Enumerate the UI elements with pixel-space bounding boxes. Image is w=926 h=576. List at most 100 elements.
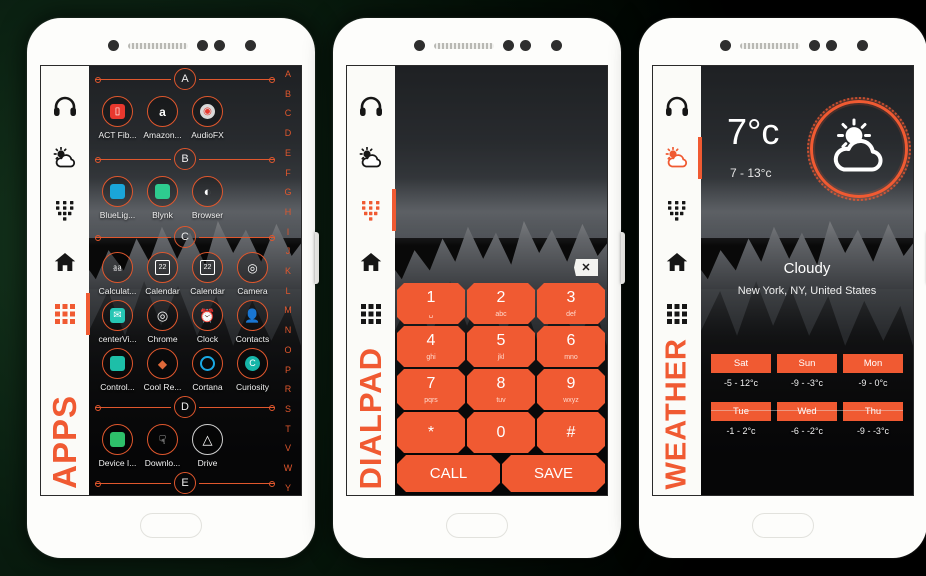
alphabet-index-letter[interactable]: H [285,207,292,217]
rail-item-home[interactable] [41,236,89,288]
app-item[interactable]: 22 Calendar [185,252,230,296]
dialpad-key-8[interactable]: 8 tuv [467,369,535,410]
home-hardware-button[interactable] [752,513,814,538]
rail-item-music[interactable] [347,80,395,132]
rail-item-music[interactable] [653,80,701,132]
panel-label-apps: APPS [46,395,83,489]
home-hardware-button[interactable] [140,513,202,538]
rail-item-weather[interactable] [653,132,702,184]
alphabet-index-letter[interactable]: M [284,306,292,315]
rail-item-home[interactable] [347,236,395,288]
rail-item-dialpad[interactable] [347,184,396,236]
dialpad-key-1[interactable]: 1 ␣ [397,283,465,324]
app-item[interactable]: Device I... [95,424,140,468]
app-item[interactable]: ✉ centerVi... [95,300,140,344]
alphabet-index-letter[interactable]: D [285,129,292,138]
alphabet-index-letter[interactable]: K [285,267,291,276]
dialpad-key-2[interactable]: 2 abc [467,283,535,324]
forecast-day-cell[interactable]: Wed -6 - -2°c [777,402,837,436]
home-hardware-button[interactable] [446,513,508,538]
forecast-day-cell[interactable]: Tue -1 - 2°c [711,402,771,436]
forecast-divider [711,410,903,411]
rail-item-dialpad[interactable] [41,184,89,236]
app-item[interactable]: ◎ Camera [230,252,275,296]
alphabet-index-letter[interactable]: S [285,404,291,414]
dialpad-key-4[interactable]: 4 ghi [397,326,465,367]
alphabet-index-letter[interactable]: T [285,424,291,434]
dialpad-key-9[interactable]: 9 wxyz [537,369,605,410]
dialpad-key-6[interactable]: 6 mno [537,326,605,367]
dialpad-key-star[interactable]: * [397,412,465,453]
forecast-day-cell[interactable]: Sun -9 - -3°c [777,354,837,388]
phone-sensor-bar [27,39,315,55]
alphabet-index-letter[interactable]: E [285,148,291,158]
app-item[interactable]: ☟ Downlo... [140,424,185,468]
dialpad-key-3[interactable]: 3 def [537,283,605,324]
forecast-day-cell[interactable]: Mon -9 - 0°c [843,354,903,388]
app-item[interactable]: ◎ Chrome [140,300,185,344]
close-icon[interactable]: ✕ [574,259,598,276]
wallpaper-preview-stage: { "theme": { "accent": "#f05a32", "rail_… [0,0,926,576]
dialpad-key-0[interactable]: 0 [467,412,535,453]
app-item[interactable]: 22 Calendar [140,252,185,296]
dialpad-key-5[interactable]: 5 jkl [467,326,535,367]
alphabet-index[interactable]: A B C D EF G HI J K L M N OP R ST V W Y [277,70,299,493]
app-item[interactable]: Blynk [140,176,185,220]
alphabet-index-letter[interactable]: B [285,89,291,99]
power-button[interactable] [621,232,625,284]
app-item[interactable]: ⎂ Calculat... [95,252,140,296]
rail-item-weather[interactable] [41,132,89,184]
app-item[interactable]: BlueLig... [95,176,140,220]
alphabet-index-letter[interactable]: Y [285,483,291,493]
dial-number-display[interactable]: ✕ [395,66,607,283]
app-item[interactable]: △ Drive [185,424,230,468]
app-item[interactable]: ◐ Browser [185,176,230,220]
dialpad-key-letters: ␣ [428,310,434,318]
forecast-day-label: Tue [711,402,771,421]
dialpad-key-7[interactable]: 7 pqrs [397,369,465,410]
alphabet-index-letter[interactable]: I [287,227,290,237]
rail-item-home[interactable] [653,236,701,288]
rail-item-music[interactable] [41,80,89,132]
alphabet-index-letter[interactable]: L [285,286,290,296]
save-button[interactable]: SAVE [502,455,605,492]
section-rule-left [95,404,171,411]
app-item[interactable]: a Amazon... [140,96,185,140]
alphabet-index-letter[interactable]: R [285,385,292,394]
app-glyph [200,356,215,371]
forecast-day-cell[interactable]: Thu -9 - -3°c [843,402,903,436]
light-sensor-icon [197,40,208,51]
alphabet-index-letter[interactable]: J [286,247,291,256]
app-item[interactable]: ◆ Cool Re... [140,348,185,392]
app-item[interactable]: C Curiosity [230,348,275,392]
alphabet-index-letter[interactable]: C [285,109,292,118]
app-item[interactable]: ⏰ Clock [185,300,230,344]
forecast-day-temp: -9 - -3°c [790,378,824,388]
app-item[interactable]: 👤 Contacts [230,300,275,344]
call-button[interactable]: CALL [397,455,500,492]
alphabet-index-letter[interactable]: W [284,464,293,473]
alphabet-index-letter[interactable]: G [284,188,291,197]
rail-item-apps[interactable] [653,288,701,340]
app-item[interactable]: Control... [95,348,140,392]
app-item[interactable]: ▯ ACT Fib... [95,96,140,140]
alphabet-index-letter[interactable]: F [285,168,291,178]
app-item[interactable]: Cortana [185,348,230,392]
rail-item-apps[interactable] [41,288,90,340]
alphabet-index-letter[interactable]: V [285,444,291,453]
alphabet-index-letter[interactable]: O [284,345,291,355]
alphabet-index-letter[interactable]: N [285,326,292,335]
front-camera-icon [551,40,562,51]
rail-item-apps[interactable] [347,288,395,340]
app-item[interactable]: ◉ AudioFX [185,96,230,140]
apps-grid-icon [360,303,382,325]
alphabet-index-letter[interactable]: P [285,365,291,375]
app-icon-ring [147,176,178,207]
power-button[interactable] [315,232,319,284]
rail-item-dialpad[interactable] [653,184,701,236]
rail-item-weather[interactable] [347,132,395,184]
dialpad-key-letters: wxyz [563,396,579,404]
forecast-day-cell[interactable]: Sat -5 - 12°c [711,354,771,388]
alphabet-index-letter[interactable]: A [285,70,291,79]
dialpad-key-hash[interactable]: # [537,412,605,453]
